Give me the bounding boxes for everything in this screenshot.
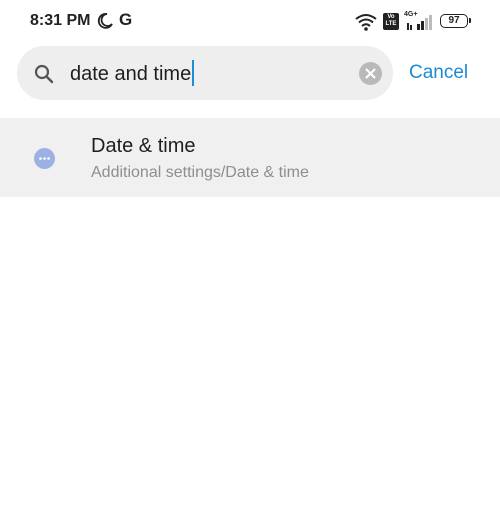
cancel-button[interactable]: Cancel xyxy=(409,62,468,84)
status-bar: 8:31 PM G Vo LTE 4G+ 97 xyxy=(0,0,500,44)
wifi-icon xyxy=(355,14,377,31)
battery-indicator: 97 xyxy=(440,14,471,28)
result-path: Additional settings/Date & time xyxy=(91,164,309,181)
volte-top-label: Vo xyxy=(387,14,395,20)
volte-badge: Vo LTE xyxy=(383,13,399,30)
volte-bottom-label: LTE xyxy=(385,21,397,27)
more-dots-icon xyxy=(34,148,55,169)
text-cursor xyxy=(192,59,195,86)
settings-search-screen: 8:31 PM G Vo LTE 4G+ 97 date and time Ca… xyxy=(0,0,500,516)
moon-icon xyxy=(97,13,113,29)
search-result-item[interactable] xyxy=(0,118,500,197)
result-title: Date & time xyxy=(91,135,196,157)
search-input[interactable]: date and time xyxy=(70,59,195,88)
clear-icon[interactable] xyxy=(359,62,382,85)
search-query-text: date and time xyxy=(70,63,192,85)
signal-icon xyxy=(407,15,432,30)
search-icon xyxy=(34,64,54,84)
status-time: 8:31 PM xyxy=(30,12,91,29)
google-g-icon: G xyxy=(119,10,133,29)
